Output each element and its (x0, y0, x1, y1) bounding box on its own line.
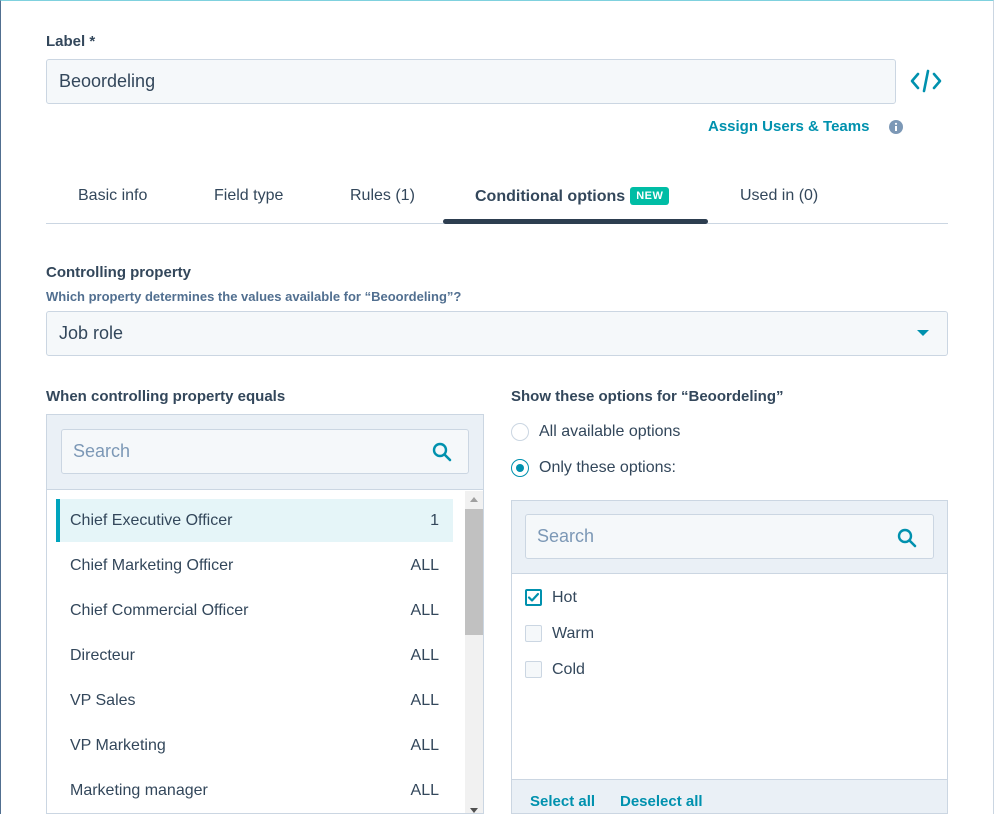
chevron-down-icon (917, 330, 929, 336)
radio-button-selected[interactable] (511, 459, 529, 477)
tab-bar: Basic info Field type Rules (1) Conditio… (46, 176, 948, 224)
option-label: Cold (552, 661, 585, 678)
list-item-count: ALL (410, 692, 439, 709)
label-title: Label * (46, 33, 96, 50)
tab-conditional-options[interactable]: Conditional options NEW (475, 187, 670, 206)
tab-rules[interactable]: Rules (1) (350, 187, 415, 205)
list-item-count: ALL (410, 737, 439, 754)
checkbox[interactable] (525, 661, 542, 678)
tab-basic-info[interactable]: Basic info (78, 187, 147, 205)
list-item[interactable]: Chief Executive Officer 1 (56, 499, 453, 542)
checkbox[interactable] (525, 625, 542, 642)
list-item[interactable]: VP Marketing ALL (56, 724, 453, 767)
controlling-property-title: Controlling property (46, 264, 191, 281)
list-item-label: Chief Commercial Officer (70, 602, 249, 619)
list-item-count: ALL (410, 782, 439, 799)
left-section-title: When controlling property equals (46, 388, 286, 405)
options-panel: Search Hot Warm Cold Select all Deselect… (511, 500, 948, 814)
right-search-input[interactable]: Search (525, 514, 934, 559)
checkmark-icon (527, 592, 540, 602)
option-label: Warm (552, 625, 595, 642)
list-item-label: Chief Marketing Officer (70, 557, 234, 574)
list-item-count: 1 (430, 512, 439, 529)
tab-conditional-options-label: Conditional options (475, 188, 626, 205)
active-tab-indicator (443, 219, 708, 224)
deselect-all-link[interactable]: Deselect all (620, 793, 703, 810)
label-input[interactable]: Beoordeling (46, 59, 896, 104)
left-panel-header: Search (47, 415, 483, 490)
scroll-down-arrow-icon[interactable] (470, 808, 478, 813)
list-item-count: ALL (410, 602, 439, 619)
controlling-property-value: Job role (59, 323, 124, 343)
search-icon[interactable] (897, 528, 917, 548)
list-item-label: Chief Executive Officer (70, 512, 233, 529)
list-item[interactable]: VP Sales ALL (56, 679, 453, 722)
list-item-label: VP Sales (70, 692, 136, 709)
scroll-up-arrow-icon[interactable] (470, 497, 478, 502)
list-item-label: Directeur (70, 647, 135, 664)
list-item-label: Marketing manager (70, 782, 208, 799)
radio-all-options-label: All available options (539, 423, 681, 440)
code-icon[interactable] (908, 66, 944, 96)
option-label: Hot (552, 589, 577, 606)
list-item[interactable]: Chief Marketing Officer ALL (56, 544, 453, 587)
options-footer: Select all Deselect all (512, 779, 947, 813)
assign-users-teams-link[interactable]: Assign Users & Teams (708, 118, 869, 135)
controlling-property-select[interactable]: Job role (46, 311, 948, 356)
radio-only-these-options-label: Only these options: (539, 459, 676, 476)
checkbox-checked[interactable] (525, 589, 542, 606)
info-icon[interactable] (889, 120, 903, 134)
tab-used-in[interactable]: Used in (0) (740, 187, 818, 205)
list-item[interactable]: Directeur ALL (56, 634, 453, 677)
left-search-input[interactable]: Search (61, 429, 469, 474)
right-panel-header: Search (512, 501, 947, 574)
list-item[interactable]: Chief Commercial Officer ALL (56, 589, 453, 632)
search-icon[interactable] (432, 442, 452, 462)
right-section-title: Show these options for “Beoordeling” (511, 388, 784, 405)
list-item-count: ALL (410, 557, 439, 574)
list-item-count: ALL (410, 647, 439, 664)
select-all-link[interactable]: Select all (530, 793, 595, 810)
new-badge: NEW (630, 187, 670, 205)
controlling-values-panel: Search Chief Executive Officer 1 Chief Ma… (46, 414, 484, 814)
list-scrollbar-thumb[interactable] (465, 509, 483, 635)
list-item-label: VP Marketing (70, 737, 166, 754)
tab-field-type[interactable]: Field type (214, 187, 283, 205)
radio-button[interactable] (511, 423, 529, 441)
controlling-property-help: Which property determines the values ava… (46, 289, 462, 304)
list-item[interactable]: Marketing manager ALL (56, 769, 453, 812)
